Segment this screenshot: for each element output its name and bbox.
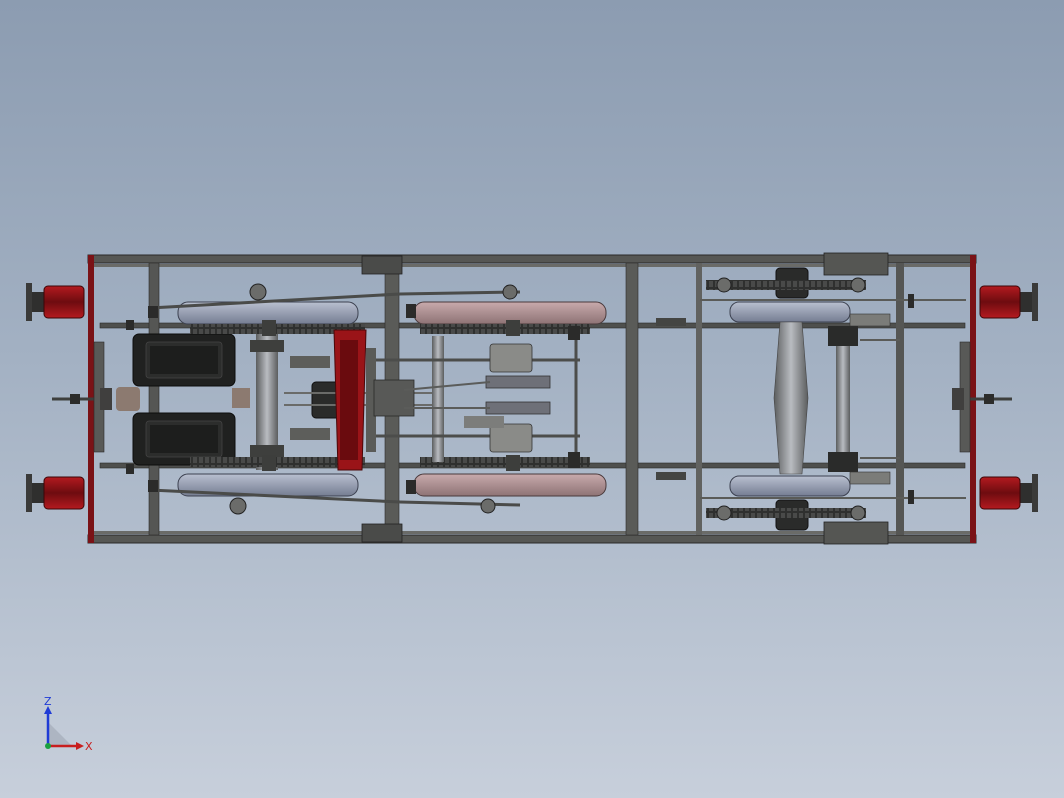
triad-origin	[45, 743, 51, 749]
cad-viewport[interactable]: Z X	[0, 0, 1064, 798]
wagon-chassis-top-view[interactable]	[0, 0, 1064, 798]
wheel-middle-lower[interactable]	[413, 473, 607, 497]
wheel-rear-upper[interactable]	[729, 301, 851, 323]
middle-bogie[interactable]	[373, 284, 607, 514]
traction-motor-upper[interactable]	[132, 333, 236, 387]
x-axis-label: X	[85, 740, 93, 753]
wheel-rear-lower[interactable]	[729, 475, 851, 497]
coupler-front[interactable]	[52, 341, 112, 453]
x-axis-head	[76, 742, 84, 750]
buffer-rear-upper[interactable]	[979, 283, 1038, 321]
rear-bogie[interactable]	[656, 267, 966, 531]
triad-plane	[48, 722, 72, 746]
front-bolster[interactable]	[333, 329, 367, 471]
z-axis-label: Z	[44, 696, 52, 708]
orientation-triad[interactable]: Z X	[38, 696, 98, 756]
buffer-front-lower[interactable]	[26, 474, 85, 512]
buffer-rear-lower[interactable]	[979, 474, 1038, 512]
buffer-front-upper[interactable]	[26, 283, 85, 321]
coupler-rear[interactable]	[952, 341, 1012, 453]
